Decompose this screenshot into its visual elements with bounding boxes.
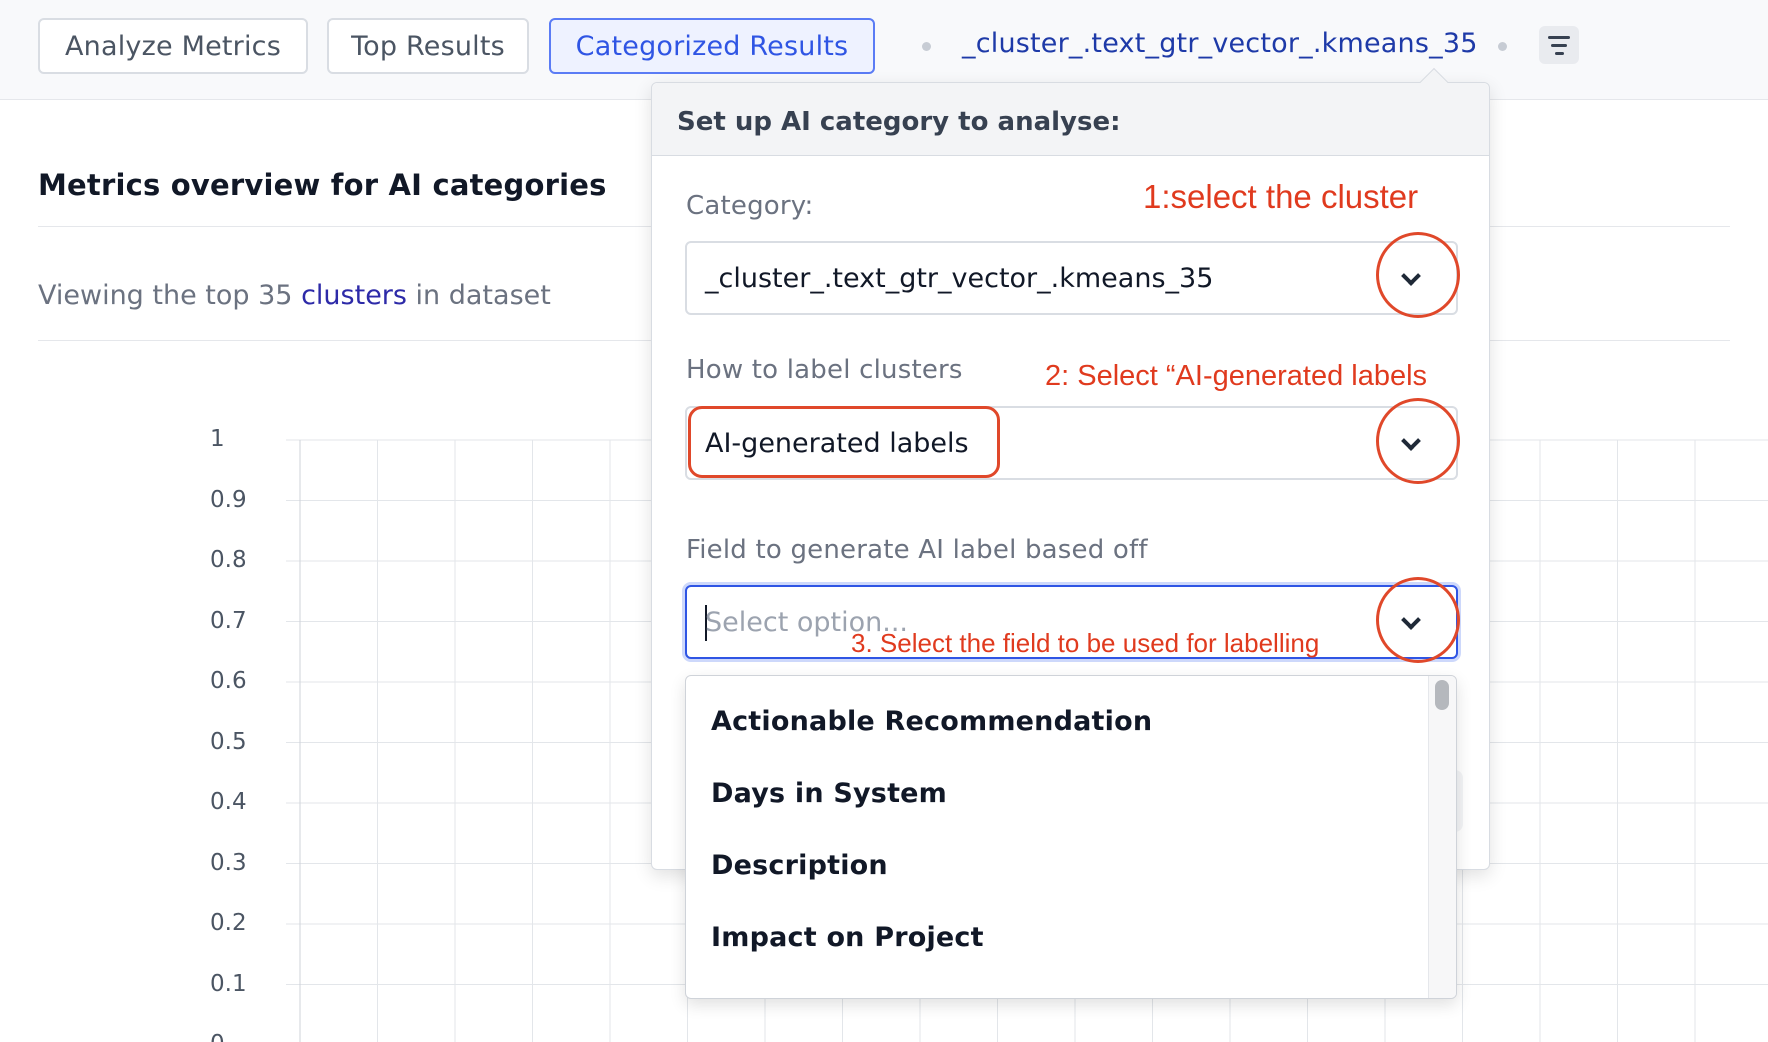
option-actionable-recommendation[interactable]: Actionable Recommendation (711, 706, 1152, 737)
label-method-label: How to label clusters (686, 355, 963, 385)
popover-header: Set up AI category to analyse: (652, 83, 1489, 156)
y-tick-label: 0.1 (210, 970, 247, 997)
annotation-step-1: 1:select the cluster (1143, 178, 1419, 215)
annotation-circle (1376, 232, 1460, 318)
field-options-dropdown[interactable]: Actionable Recommendation Days in System… (685, 675, 1457, 999)
y-tick-label: 0 (210, 1031, 270, 1042)
category-select-value: _cluster_.text_gtr_vector_.kmeans_35 (705, 263, 1214, 294)
scrollbar-thumb[interactable] (1435, 680, 1449, 710)
y-tick-label: 0.7 (210, 607, 247, 634)
y-tick-label: 0.5 (210, 728, 247, 755)
popover-title: Set up AI category to analyse: (677, 107, 1121, 137)
option-impact-on-project[interactable]: Impact on Project (711, 922, 984, 953)
annotation-step-3: 3. Select the field to be used for label… (851, 628, 1320, 658)
annotation-circle (1376, 398, 1460, 484)
y-tick-label: 1 (210, 426, 225, 452)
category-label: Category: (686, 191, 814, 221)
y-tick-label: 0.3 (210, 849, 247, 876)
y-tick-label: 0.8 (210, 547, 247, 573)
option-days-in-system[interactable]: Days in System (711, 778, 947, 809)
dropdown-scrollbar[interactable] (1428, 676, 1456, 998)
annotation-step-2: 2: Select “AI-generated labels (1045, 360, 1428, 392)
y-tick-label: 0.6 (210, 668, 247, 694)
y-tick-label: 0.9 (210, 486, 247, 513)
field-label: Field to generate AI label based off (686, 535, 1148, 565)
annotation-box (688, 406, 1000, 478)
y-tick-label: 0.2 (210, 910, 247, 936)
category-select[interactable]: _cluster_.text_gtr_vector_.kmeans_35 (685, 241, 1458, 315)
option-description[interactable]: Description (711, 850, 888, 881)
annotation-circle (1376, 577, 1460, 663)
y-tick-label: 0.4 (210, 789, 247, 815)
